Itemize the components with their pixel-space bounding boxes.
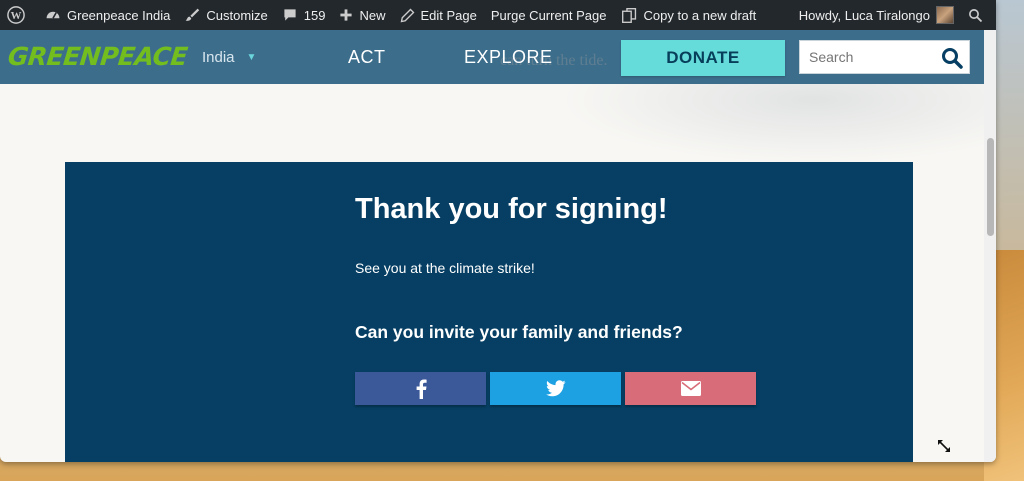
browser-window: W Greenpeace India Customize 159 New Edi… bbox=[0, 0, 996, 462]
wp-admin-bar: W Greenpeace India Customize 159 New Edi… bbox=[0, 0, 996, 30]
site-name-label: Greenpeace India bbox=[67, 7, 171, 23]
purge-page-link[interactable]: Purge Current Page bbox=[484, 0, 614, 30]
new-label: New bbox=[359, 7, 386, 23]
svg-text:W: W bbox=[11, 10, 22, 22]
comments-link[interactable]: 159 bbox=[275, 0, 333, 30]
wordpress-logo-button[interactable]: W bbox=[0, 0, 38, 30]
search-submit-button[interactable] bbox=[941, 47, 963, 74]
account-menu[interactable]: Howdy, Luca Tiralongo bbox=[792, 0, 961, 30]
avatar bbox=[936, 6, 954, 24]
country-selector[interactable]: India ▼ bbox=[202, 49, 256, 66]
share-facebook-button[interactable] bbox=[355, 372, 486, 405]
pencil-icon bbox=[400, 8, 414, 22]
copy-draft-label: Copy to a new draft bbox=[643, 7, 757, 23]
howdy-label: Howdy, Luca Tiralongo bbox=[798, 7, 930, 23]
search-icon bbox=[969, 8, 983, 22]
facebook-icon bbox=[416, 379, 427, 399]
donate-button[interactable]: DONATE bbox=[621, 40, 785, 76]
edit-page-label: Edit Page bbox=[420, 7, 477, 23]
site-header: can turn the tide. GREENPEACE India ▼ AC… bbox=[0, 30, 984, 84]
customize-label: Customize bbox=[206, 7, 268, 23]
page-scrollbar[interactable] bbox=[984, 30, 996, 462]
site-name-link[interactable]: Greenpeace India bbox=[38, 0, 177, 30]
comment-icon bbox=[284, 9, 296, 21]
new-content-link[interactable]: New bbox=[332, 0, 392, 30]
scrollbar-thumb[interactable] bbox=[987, 138, 994, 236]
twitter-icon bbox=[545, 380, 566, 397]
edit-page-link[interactable]: Edit Page bbox=[393, 0, 484, 30]
dashboard-icon bbox=[46, 11, 60, 19]
share-twitter-button[interactable] bbox=[490, 372, 621, 405]
search-icon bbox=[942, 48, 963, 69]
purge-label: Purge Current Page bbox=[490, 7, 607, 23]
card-title: Thank you for signing! bbox=[355, 193, 668, 225]
share-email-button[interactable] bbox=[625, 372, 756, 405]
share-prompt: Can you invite your family and friends? bbox=[355, 322, 683, 342]
copy-icon bbox=[621, 7, 636, 23]
brush-icon bbox=[185, 8, 200, 21]
plus-icon bbox=[340, 9, 353, 21]
copy-draft-link[interactable]: Copy to a new draft bbox=[614, 0, 764, 30]
search-box bbox=[799, 40, 970, 74]
hero-image-fade bbox=[560, 84, 984, 164]
nav-explore[interactable]: EXPLORE bbox=[464, 47, 553, 68]
wordpress-icon: W bbox=[7, 6, 25, 24]
greenpeace-logo[interactable]: GREENPEACE bbox=[6, 42, 188, 71]
caret-down-icon: ▼ bbox=[246, 52, 257, 63]
thank-you-card: Thank you for signing! See you at the cl… bbox=[65, 162, 913, 462]
adminbar-search-button[interactable] bbox=[961, 0, 996, 30]
country-label: India bbox=[202, 49, 235, 66]
nav-act[interactable]: ACT bbox=[348, 47, 386, 68]
customize-link[interactable]: Customize bbox=[177, 0, 274, 30]
resize-handle-icon[interactable] bbox=[936, 438, 952, 459]
card-subtitle: See you at the climate strike! bbox=[355, 260, 535, 276]
email-icon bbox=[680, 381, 701, 396]
search-input[interactable] bbox=[800, 49, 930, 65]
comments-count: 159 bbox=[303, 7, 326, 23]
